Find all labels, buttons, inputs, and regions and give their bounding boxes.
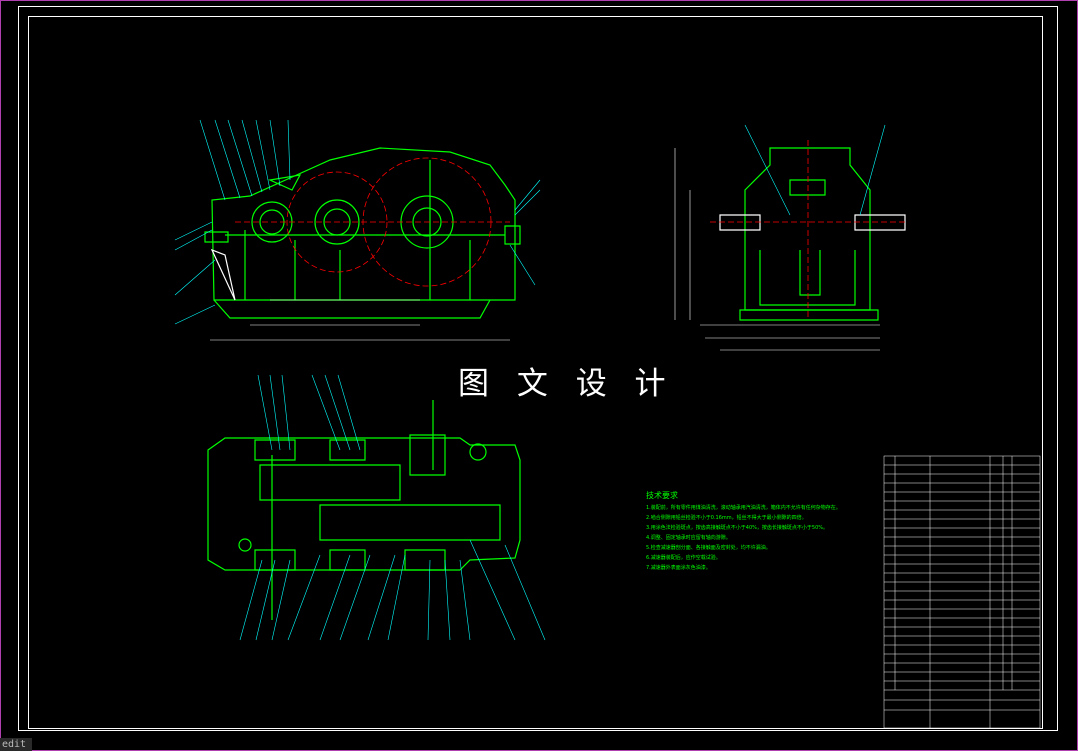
tech-req-line: 6.减速器装配后，应作空载试验。 bbox=[646, 555, 721, 561]
tech-req-line: 4.调整、固定轴承时应留有轴向游隙。 bbox=[646, 535, 731, 541]
side-view-leaders bbox=[744, 124, 886, 216]
parts-list bbox=[883, 455, 1041, 729]
tech-req-title: 技术要求 bbox=[646, 491, 678, 500]
tech-req-line: 3.用涂色法检验斑点，按齿高接触斑点不小于40%，按齿长接触斑点不小于50%。 bbox=[646, 525, 829, 531]
tech-req-line: 2.啮合侧隙用铅丝检验不小于0.16mm，铅丝不得大于最小侧隙的四倍。 bbox=[646, 515, 807, 521]
plan-view-leaders bbox=[239, 374, 546, 641]
tech-req-line: 1.装配前，所有零件用煤油清洗，滚动轴承用汽油清洗，箱体内不允许有任何杂物存在。 bbox=[646, 505, 841, 511]
command-line[interactable]: edit bbox=[0, 738, 32, 751]
tech-req-line: 5.检查减速器剖分面、各接触面及密封处，均不许漏油。 bbox=[646, 545, 771, 551]
front-view bbox=[204, 147, 521, 319]
side-view bbox=[719, 147, 906, 321]
tech-req-line: 7.减速器外表面涂灰色油漆。 bbox=[646, 565, 711, 571]
front-view-dimensions bbox=[210, 299, 510, 341]
watermark-text: 图 文 设 计 bbox=[458, 366, 675, 402]
front-view-centerlines bbox=[235, 157, 510, 287]
